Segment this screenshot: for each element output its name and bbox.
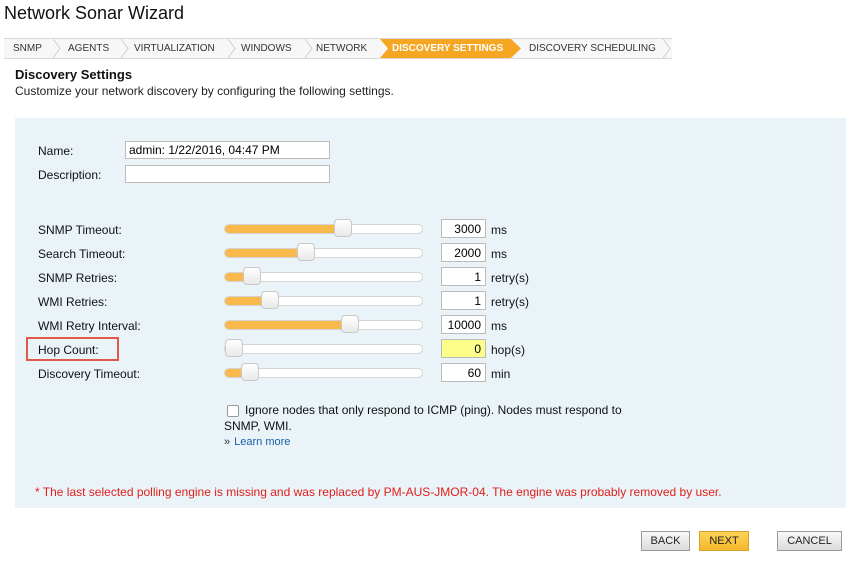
hop-count-highlight-box [26,337,119,361]
snmp-timeout-unit: ms [491,223,507,237]
hop-count-unit: hop(s) [491,343,526,357]
snmp-timeout-slider[interactable] [224,219,423,237]
search-timeout-unit: ms [491,247,507,261]
tab-snmp[interactable]: SNMP [4,39,54,58]
snmp-timeout-label: SNMP Timeout: [38,223,122,237]
tab-discovery-settings[interactable]: DISCOVERY SETTINGS [380,39,511,58]
tab-network-label: NETWORK [316,43,368,54]
tab-windows-label: WINDOWS [241,43,292,54]
description-label: Description: [38,168,102,182]
wmi-retry-interval-slider[interactable] [224,315,423,333]
tab-arrow-active-icon [511,39,521,58]
slider-handle[interactable] [333,219,352,237]
discovery-timeout-unit: min [491,367,511,381]
hop-count-slider[interactable] [224,339,423,357]
name-label: Name: [38,144,74,158]
name-field[interactable] [125,141,330,159]
tab-arrow-left-icon [380,39,388,58]
wmi-retries-value[interactable]: 1 [441,291,486,310]
tab-separator-icon [662,39,671,58]
discovery-timeout-value[interactable]: 60 [441,363,486,382]
tab-agents[interactable]: AGENTS [60,39,122,58]
snmp-retries-slider[interactable] [224,267,423,285]
wmi-retries-slider[interactable] [224,291,423,309]
snmp-timeout-value[interactable]: 3000 [441,219,486,238]
search-timeout-slider[interactable] [224,243,423,261]
tab-windows[interactable]: WINDOWS [235,39,307,58]
snmp-retries-label: SNMP Retries: [38,271,118,285]
snmp-retries-value[interactable]: 1 [441,267,486,286]
slider-fill [225,321,350,329]
ignore-icmp-label: Ignore nodes that only respond to ICMP (… [245,403,622,417]
wmi-retry-interval-value[interactable]: 10000 [441,315,486,334]
tab-discovery-scheduling-label: DISCOVERY SCHEDULING [529,43,656,54]
ignore-icmp-checkbox[interactable] [227,405,239,417]
tab-agents-label: AGENTS [68,43,110,54]
slider-handle[interactable] [261,291,280,309]
slider-handle[interactable] [225,339,243,357]
slider-handle[interactable] [243,267,262,285]
tab-virtualization[interactable]: VIRTUALIZATION [128,39,230,58]
page-title: Discovery Settings [15,67,133,82]
wmi-retry-interval-label: WMI Retry Interval: [38,319,141,333]
slider-fill [225,225,343,233]
page-subtitle: Customize your network discovery by conf… [15,84,394,98]
wmi-retries-label: WMI Retries: [38,295,108,309]
tab-virtualization-label: VIRTUALIZATION [134,43,215,54]
window-title: Network Sonar Wizard [4,3,185,23]
slider-handle[interactable] [241,363,260,381]
next-button[interactable]: NEXT [699,531,749,551]
hop-count-value[interactable]: 0 [441,339,486,358]
tab-discovery-scheduling[interactable]: DISCOVERY SCHEDULING [522,39,662,58]
ignore-icmp-label-line2: SNMP, WMI. [224,419,292,433]
wmi-retries-unit: retry(s) [491,295,529,309]
learn-more: » Learn more [224,436,290,448]
description-field[interactable] [125,165,330,183]
learn-more-link[interactable]: Learn more [234,436,290,448]
slider-handle[interactable] [340,315,359,333]
discovery-timeout-label: Discovery Timeout: [38,367,141,381]
search-timeout-value[interactable]: 2000 [441,243,486,262]
tab-discovery-settings-label: DISCOVERY SETTINGS [392,43,504,54]
tab-snmp-label: SNMP [13,43,42,54]
back-button[interactable]: BACK [641,531,690,551]
chevron-right-icon: » [224,436,231,448]
discovery-timeout-slider[interactable] [224,363,423,381]
snmp-retries-unit: retry(s) [491,271,529,285]
cancel-button[interactable]: CANCEL [777,531,842,551]
tab-network[interactable]: NETWORK [312,39,382,58]
search-timeout-label: Search Timeout: [38,247,126,261]
wmi-retry-interval-unit: ms [491,319,507,333]
wizard-tab-bar: SNMP AGENTS VIRTUALIZATION WINDOWS NETWO… [4,38,672,59]
slider-handle[interactable] [297,243,316,261]
warning-message: * The last selected polling engine is mi… [35,485,722,499]
slider-fill [225,249,307,257]
